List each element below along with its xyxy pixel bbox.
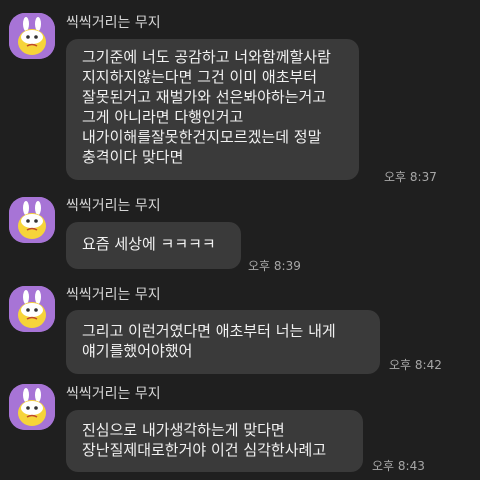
message-time: 오후 8:37	[384, 170, 437, 184]
message-bubble[interactable]: 그리고 이런거였다면 애초부터 너는 내게 얘기를했어야했어	[66, 310, 380, 374]
message-line: 충격이다 맞다면	[82, 148, 184, 166]
message-line: 지지하지않는다면 그건 이미 애초부터	[82, 68, 318, 86]
message-line: 그게 아니라면 다행인거고	[82, 108, 244, 126]
avatar[interactable]	[9, 13, 55, 59]
message-line: 얘기를했어야했어	[82, 342, 193, 360]
message-time: 오후 8:43	[372, 459, 425, 473]
sender-name: 씩씩거리는 무지	[66, 198, 161, 214]
muzi-character-icon	[9, 197, 55, 243]
message-bubble[interactable]: 요즘 세상에 ㅋㅋㅋㅋ	[66, 222, 241, 269]
message-time: 오후 8:42	[389, 358, 442, 372]
sender-name: 씩씩거리는 무지	[66, 386, 161, 402]
sender-name: 씩씩거리는 무지	[66, 15, 161, 31]
muzi-character-icon	[9, 13, 55, 59]
message-line: 요즘 세상에 ㅋㅋㅋㅋ	[82, 235, 216, 253]
message-line: 진심으로 내가생각하는게 맞다면	[82, 421, 285, 439]
message-line: 잘못된거고 재벌가와 선은봐야하는거고	[82, 88, 327, 106]
avatar[interactable]	[9, 197, 55, 243]
muzi-character-icon	[9, 286, 55, 332]
avatar[interactable]	[9, 286, 55, 332]
avatar[interactable]	[9, 384, 55, 430]
message-line: 내가이해를잘못한건지모르겠는데 정말	[82, 128, 322, 146]
message-line: 그리고 이런거였다면 애초부터 너는 내게	[82, 322, 336, 340]
message-bubble[interactable]: 진심으로 내가생각하는게 맞다면 장난질제대로한거야 이건 심각한사례고	[66, 410, 363, 472]
muzi-character-icon	[9, 384, 55, 430]
message-time: 오후 8:39	[248, 259, 301, 273]
message-line: 그기준에 너도 공감하고 너와함께할사람	[82, 48, 331, 66]
message-line: 장난질제대로한거야 이건 심각한사례고	[82, 441, 327, 459]
sender-name: 씩씩거리는 무지	[66, 287, 161, 303]
message-bubble[interactable]: 그기준에 너도 공감하고 너와함께할사람 지지하지않는다면 그건 이미 애초부터…	[66, 39, 359, 180]
